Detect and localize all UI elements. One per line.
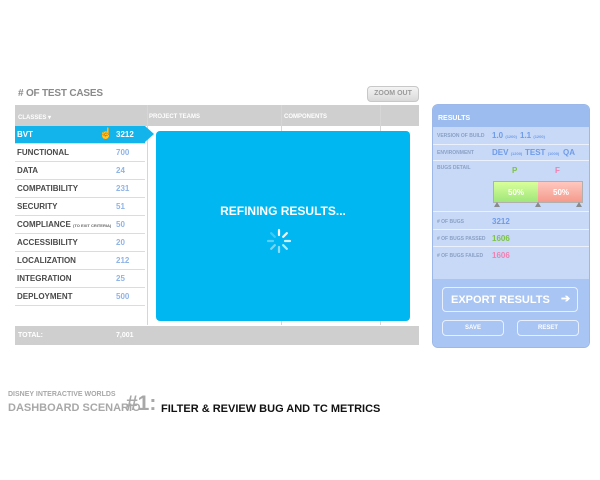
save-button[interactable]: SAVE [442, 320, 504, 336]
pass-percent: 50% [508, 188, 525, 197]
row-count: 500 [116, 292, 130, 301]
class-row-security[interactable]: SECURITY 51 [15, 198, 145, 216]
row-label: SECURITY [17, 202, 58, 211]
export-results-button[interactable]: EXPORT RESULTS ➔ [442, 287, 578, 312]
row-count: 212 [116, 256, 130, 265]
classes-column-header[interactable]: CLASSES ▾ [18, 114, 51, 121]
caption-number: #1: [126, 392, 157, 415]
row-count: 3212 [116, 130, 134, 139]
loading-spinner-icon [266, 228, 292, 254]
results-panel: RESULTS VERSION OF BUILD 1.0 (1200) 1.1 … [432, 104, 590, 348]
divider [433, 246, 589, 247]
version-label: VERSION OF BUILD [437, 133, 485, 139]
hand-cursor-icon: ☝ [99, 128, 113, 140]
divider [433, 229, 589, 230]
export-label: EXPORT RESULTS [451, 294, 550, 306]
row-count: 25 [116, 274, 125, 283]
row-count: 51 [116, 202, 125, 211]
class-row-deployment[interactable]: DEPLOYMENT 500 [15, 288, 145, 306]
row-count: 20 [116, 238, 125, 247]
num-bugs-value: 3212 [492, 217, 510, 226]
environment-value[interactable]: TEST (1000) [525, 148, 559, 157]
bugs-passed-label: # OF BUGS PASSED [437, 236, 486, 242]
divider [433, 160, 589, 161]
row-count: 24 [116, 166, 125, 175]
row-label: BVT [17, 130, 33, 139]
fail-percent: 50% [553, 188, 570, 197]
class-row-functional[interactable]: FUNCTIONAL 700 [15, 144, 145, 162]
arrow-right-icon: ➔ [561, 293, 571, 305]
results-header: RESULTS [433, 105, 589, 127]
row-label: ACCESSIBILITY [17, 238, 78, 247]
num-bugs-label: # OF BUGS [437, 219, 464, 225]
project-teams-column-header[interactable]: PROJECT TEAMS [149, 114, 200, 120]
row-label: INTEGRATION [17, 274, 72, 283]
row-label: DATA [17, 166, 39, 175]
slider-max-handle-icon[interactable] [576, 202, 582, 207]
table-footer: TOTAL: 7,001 [15, 326, 419, 345]
results-title: RESULTS [438, 115, 471, 122]
row-count: 231 [116, 184, 130, 193]
classes-list: BVT ☝ 3212 FUNCTIONAL 700 DATA 24 COMPAT… [15, 126, 154, 306]
bugs-failed-label: # OF BUGS FAILED [437, 253, 484, 259]
class-row-compatibility[interactable]: COMPATIBILITY 231 [15, 180, 145, 198]
caption-scenario: DASHBOARD SCENARIO [8, 402, 141, 414]
bugs-passed-value: 1606 [492, 234, 510, 243]
reset-button[interactable]: RESET [517, 320, 579, 336]
total-value: 7,001 [116, 332, 134, 339]
pass-letter: P [512, 166, 518, 175]
slider-mid-handle-icon[interactable] [535, 202, 541, 207]
environment-label: ENVIRONMENT [437, 150, 474, 156]
environment-value[interactable]: QA [563, 148, 575, 157]
bugs-detail-label: BUGS DETAIL [437, 165, 471, 171]
row-note: (TO EXIT CRITERIA) [73, 223, 112, 228]
row-label: FUNCTIONAL [17, 148, 69, 157]
section-title: # OF TEST CASES [18, 88, 103, 99]
class-row-bvt[interactable]: BVT ☝ 3212 [15, 126, 154, 144]
table-header: CLASSES ▾ PROJECT TEAMS COMPONENTS [15, 105, 419, 126]
loading-message: REFINING RESULTS... [220, 204, 346, 218]
environment-value[interactable]: DEV (1200) [492, 148, 522, 157]
class-row-accessibility[interactable]: ACCESSIBILITY 20 [15, 234, 145, 252]
zoom-out-button[interactable]: ZOOM OUT [367, 86, 419, 102]
class-row-localization[interactable]: LOCALIZATION 212 [15, 252, 145, 270]
row-label: COMPLIANCE (TO EXIT CRITERIA) [17, 220, 112, 229]
row-label: LOCALIZATION [17, 256, 76, 265]
bugs-failed-value: 1606 [492, 251, 510, 260]
class-row-integration[interactable]: INTEGRATION 25 [15, 270, 145, 288]
class-row-data[interactable]: DATA 24 [15, 162, 145, 180]
row-count: 50 [116, 220, 125, 229]
slider-min-handle-icon[interactable] [494, 202, 500, 207]
row-label: DEPLOYMENT [17, 292, 73, 301]
row-label: COMPATIBILITY [17, 184, 79, 193]
caption-description: FILTER & REVIEW BUG AND TC METRICS [161, 403, 381, 415]
divider [433, 211, 589, 212]
class-row-compliance[interactable]: COMPLIANCE (TO EXIT CRITERIA) 50 [15, 216, 145, 234]
fail-letter: F [555, 166, 560, 175]
row-count: 700 [116, 148, 130, 157]
loading-overlay: REFINING RESULTS... [156, 131, 410, 321]
pass-fail-bar[interactable]: 50% 50% [493, 181, 583, 203]
divider [433, 144, 589, 145]
total-label: TOTAL: [18, 332, 44, 339]
version-value[interactable]: 1.1 (1200) [520, 131, 545, 140]
components-column-header[interactable]: COMPONENTS [284, 114, 327, 120]
version-value[interactable]: 1.0 (1200) [492, 131, 517, 140]
caption-company: DISNEY INTERACTIVE WORLDS [8, 391, 116, 398]
